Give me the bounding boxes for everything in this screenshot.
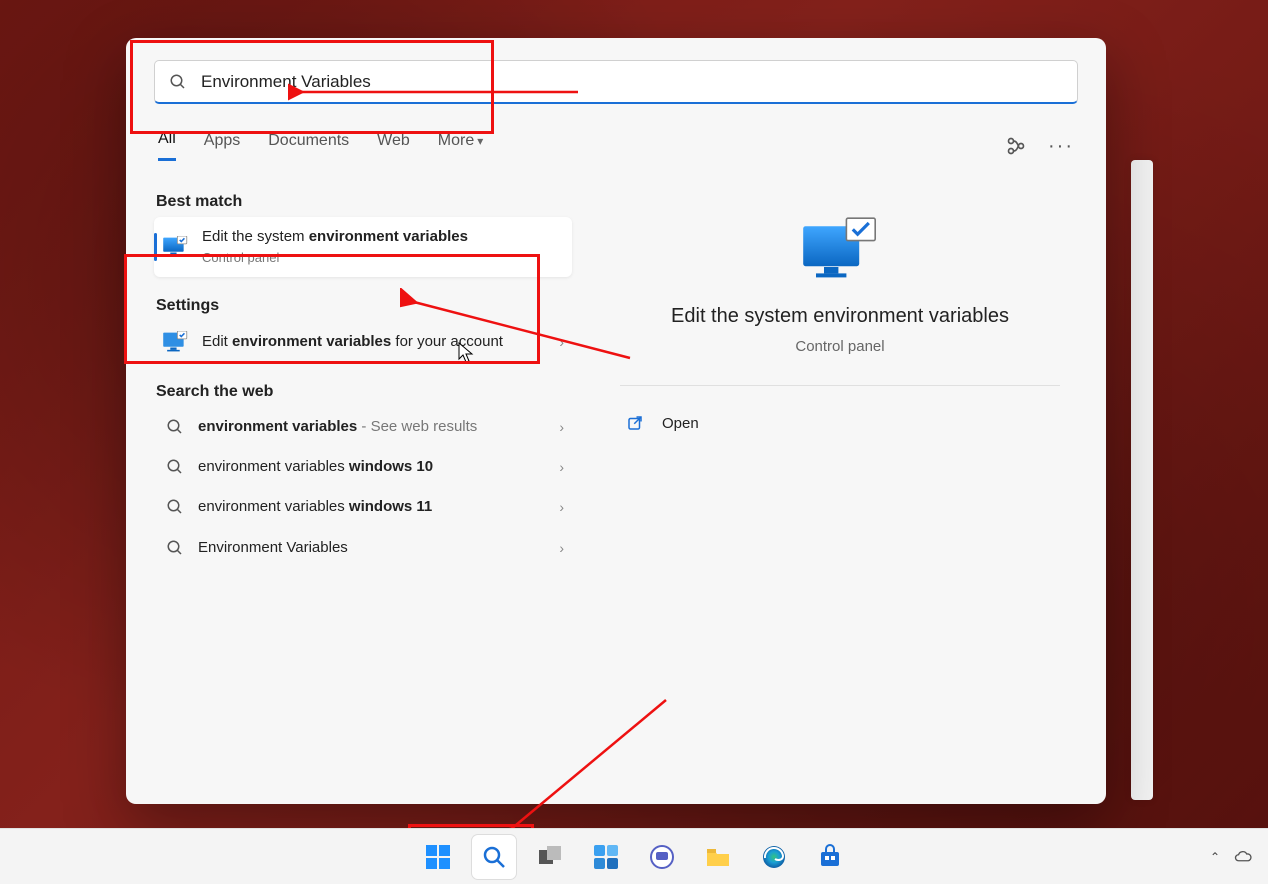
- file-explorer-button[interactable]: [696, 835, 740, 879]
- tab-more-label: More: [438, 132, 474, 149]
- monitor-icon: [162, 331, 188, 353]
- search-icon: [166, 458, 184, 476]
- result-web-0[interactable]: environment variables - See web results …: [154, 407, 572, 447]
- open-externally-icon: [626, 414, 644, 432]
- task-view-icon: [537, 844, 563, 870]
- result-title: environment variables - See web results: [198, 417, 553, 437]
- chat-icon: [649, 844, 675, 870]
- tab-all[interactable]: All: [158, 130, 176, 161]
- separator: [620, 385, 1060, 386]
- store-button[interactable]: [808, 835, 852, 879]
- start-button[interactable]: [416, 835, 460, 879]
- result-web-2[interactable]: environment variables windows 11 ›: [154, 487, 572, 527]
- results-list: Best match Edit the system environment v…: [154, 173, 584, 804]
- result-web-1[interactable]: environment variables windows 10 ›: [154, 447, 572, 487]
- task-view-button[interactable]: [528, 835, 572, 879]
- result-title: Edit environment variables for your acco…: [202, 332, 553, 352]
- search-icon: [166, 539, 184, 557]
- chevron-right-icon: ›: [559, 499, 564, 515]
- windows-icon: [425, 844, 451, 870]
- search-icon: [169, 73, 187, 91]
- detail-pane: Edit the system environment variables Co…: [584, 173, 1078, 804]
- chevron-right-icon: ›: [559, 540, 564, 556]
- onedrive-icon[interactable]: [1234, 848, 1252, 866]
- folder-icon: [705, 844, 731, 870]
- result-subtitle: Control panel: [202, 249, 564, 267]
- section-settings: Settings: [156, 297, 572, 315]
- result-title: Environment Variables: [198, 538, 553, 558]
- chevron-right-icon: ›: [559, 419, 564, 435]
- section-search-web: Search the web: [156, 383, 572, 401]
- result-edit-user-env[interactable]: Edit environment variables for your acco…: [154, 321, 572, 363]
- search-field[interactable]: [154, 60, 1078, 104]
- widgets-button[interactable]: [584, 835, 628, 879]
- search-icon: [166, 498, 184, 516]
- widgets-icon: [593, 844, 619, 870]
- result-title: environment variables windows 11: [198, 497, 553, 517]
- result-edit-system-env[interactable]: Edit the system environment variables Co…: [154, 217, 572, 277]
- result-title: environment variables windows 10: [198, 457, 553, 477]
- chevron-right-icon: ›: [559, 459, 564, 475]
- tab-web[interactable]: Web: [377, 132, 410, 160]
- chevron-right-icon: ›: [559, 334, 564, 350]
- chevron-down-icon: ▾: [477, 134, 483, 148]
- filter-tabs: All Apps Documents Web More▾ ···: [154, 130, 1078, 161]
- taskbar: ⌃: [0, 828, 1268, 884]
- section-best-match: Best match: [156, 193, 572, 211]
- tab-documents[interactable]: Documents: [268, 132, 349, 160]
- result-title: Edit the system environment variables: [202, 227, 564, 247]
- edge-button[interactable]: [752, 835, 796, 879]
- store-icon: [817, 844, 843, 870]
- edge-icon: [761, 844, 787, 870]
- more-options-icon[interactable]: ···: [1048, 140, 1074, 152]
- search-icon: [481, 844, 507, 870]
- tab-apps[interactable]: Apps: [204, 132, 240, 160]
- chat-button[interactable]: [640, 835, 684, 879]
- open-action[interactable]: Open: [612, 404, 1068, 442]
- flow-icon[interactable]: [1006, 136, 1026, 156]
- open-label: Open: [662, 415, 699, 432]
- background-window-strip: [1131, 160, 1153, 800]
- system-tray[interactable]: ⌃: [1210, 848, 1252, 866]
- monitor-large-icon: [800, 215, 880, 287]
- search-icon: [166, 418, 184, 436]
- tray-overflow-icon[interactable]: ⌃: [1210, 850, 1220, 864]
- taskbar-search-button[interactable]: [472, 835, 516, 879]
- tab-more[interactable]: More▾: [438, 132, 483, 160]
- search-input[interactable]: [201, 72, 1063, 92]
- detail-title: Edit the system environment variables: [612, 305, 1068, 328]
- result-web-3[interactable]: Environment Variables ›: [154, 528, 572, 568]
- detail-subtitle: Control panel: [612, 338, 1068, 355]
- monitor-icon: [162, 236, 188, 258]
- start-search-window: All Apps Documents Web More▾ ··· Best ma…: [126, 38, 1106, 804]
